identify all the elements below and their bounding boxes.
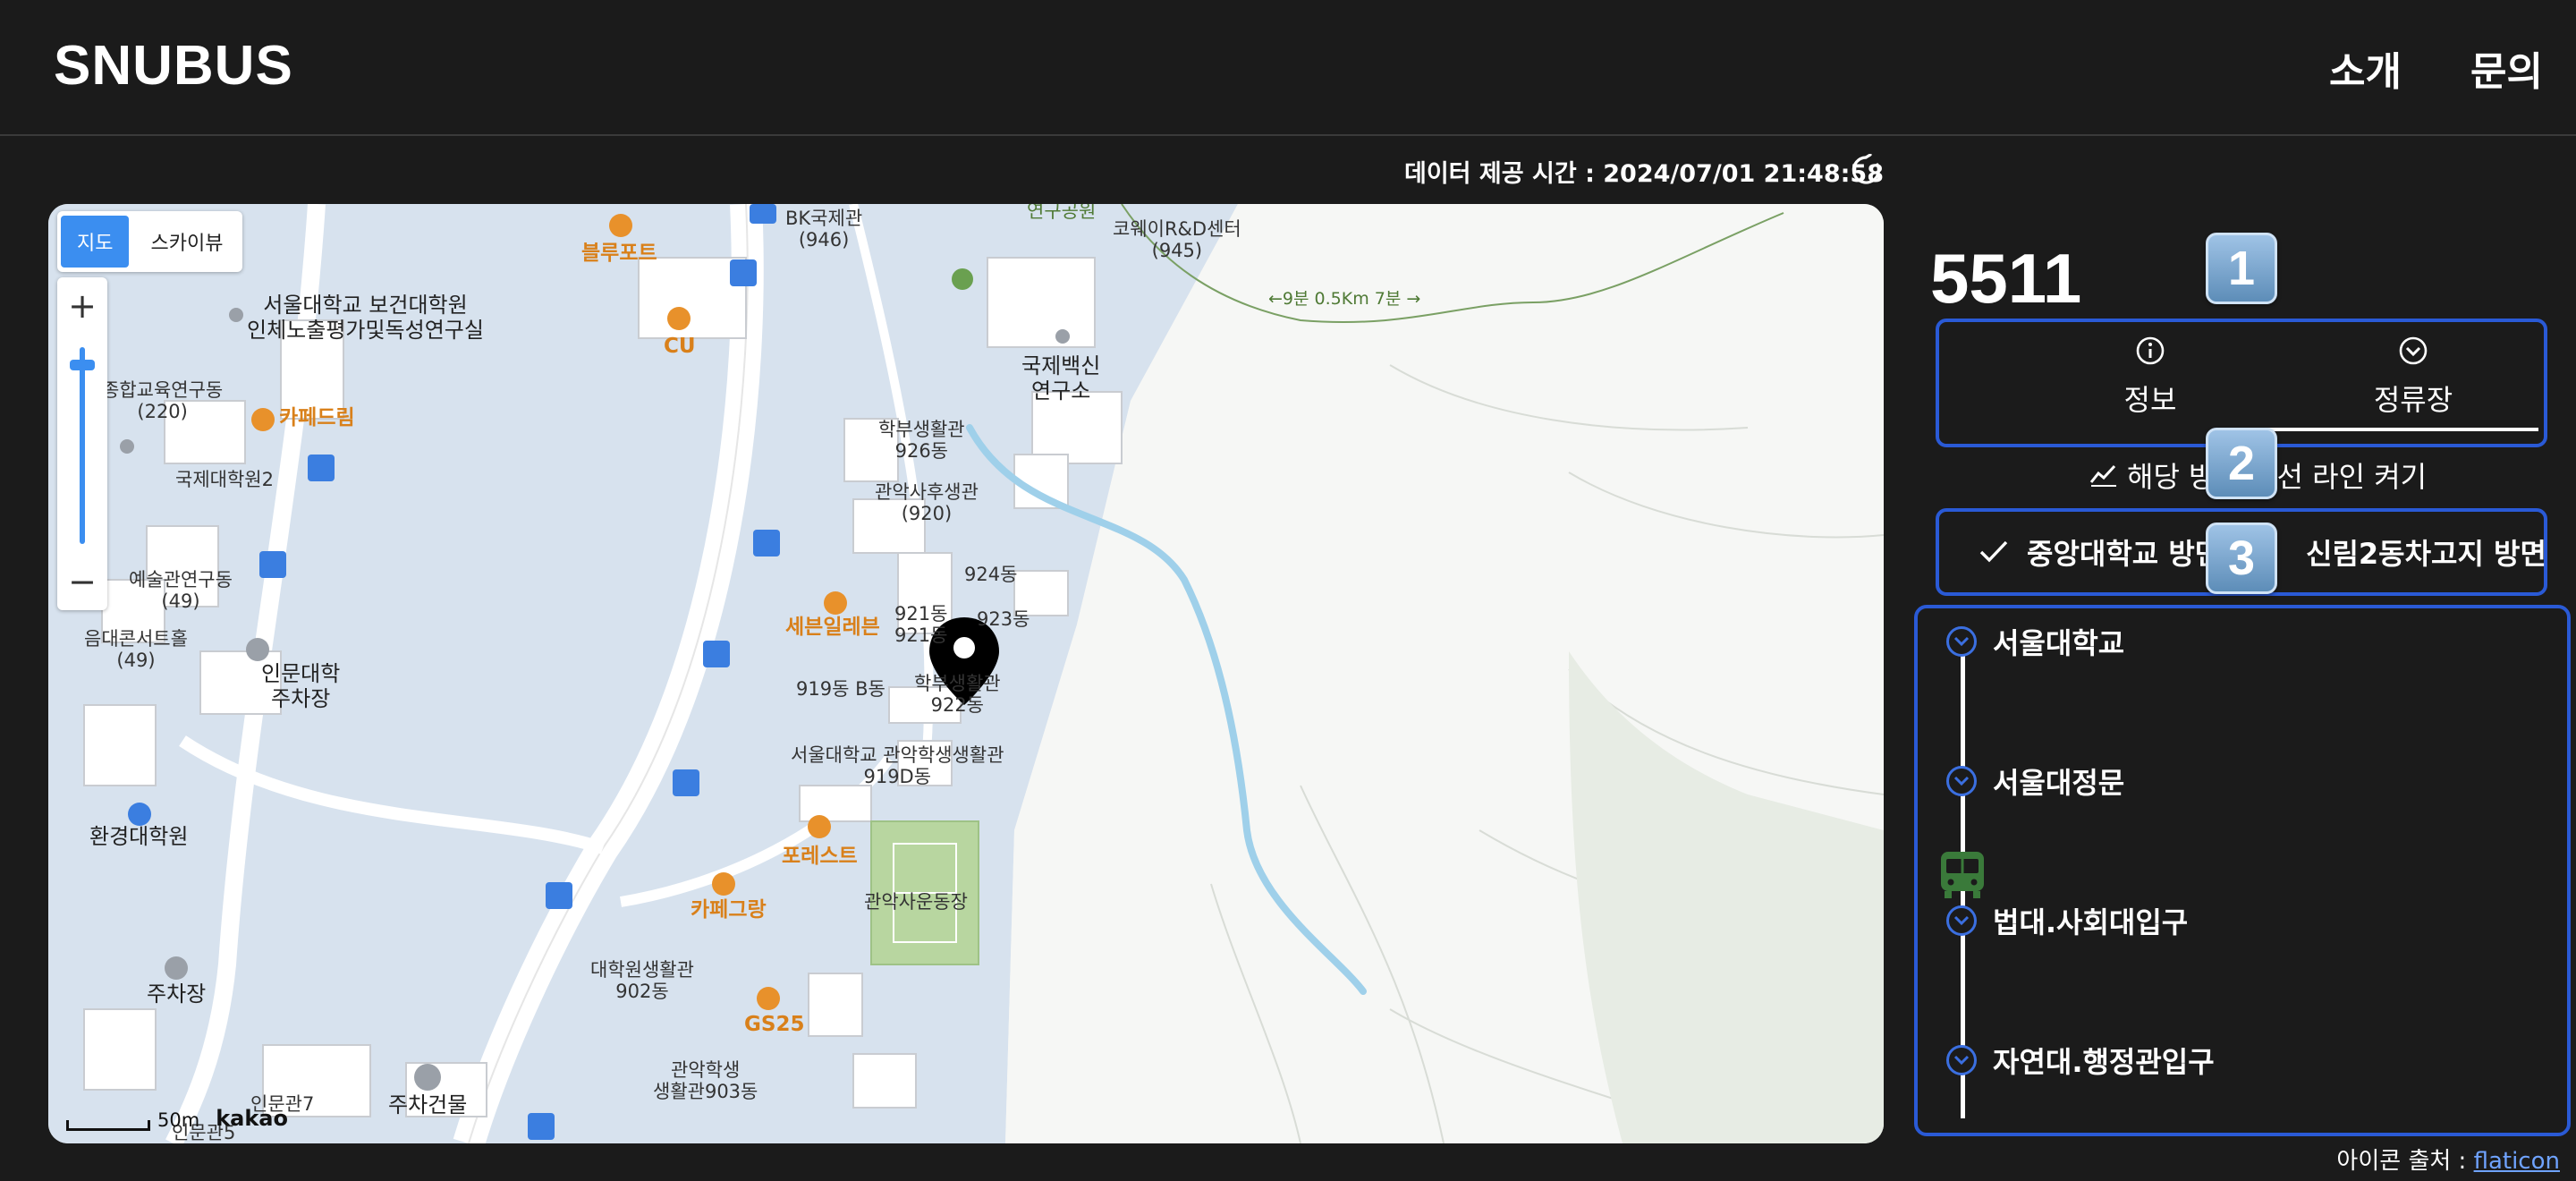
nav-intro-link[interactable]: 소개 (2329, 39, 2402, 97)
map-type-skyview-button[interactable]: 스카이뷰 (134, 216, 239, 268)
map-view[interactable]: BK국제관 (946) 연구공원 코웨이R&D센터 (945) 블루포트 CU 서울… (48, 204, 1884, 1143)
bus-icon (1941, 852, 1984, 898)
check-icon (1979, 540, 2008, 563)
scale-bar (66, 1120, 150, 1131)
app-logo[interactable]: SNUBUS (54, 34, 293, 98)
stop-item[interactable]: 법대.사회대입구 (1946, 900, 2188, 941)
map-label: 관악사운동장 (864, 891, 968, 913)
map-label: 카페그랑 (691, 898, 767, 922)
map-label: 919동 B동 (796, 678, 886, 700)
annotation-marker: 1 (2206, 233, 2277, 304)
map-label: 포레스트 (782, 845, 858, 868)
map-label: 관악사후생관 (920) (875, 481, 979, 525)
zoom-slider-handle[interactable] (70, 360, 95, 370)
map-label: 연구공원 (1027, 204, 1097, 222)
map-label: 국제대학원2 (175, 469, 274, 490)
flaticon-link[interactable]: flaticon (2474, 1148, 2560, 1175)
map-label: 환경대학원 (89, 824, 189, 849)
stop-item[interactable]: 서울대학교 (1946, 621, 2124, 662)
active-tab-indicator (2243, 428, 2538, 431)
map-label: 관악학생 생활관903동 (653, 1059, 758, 1103)
map-label: 주차장 (147, 981, 207, 1007)
map-label: 코웨이R&D센터 (945) (1113, 218, 1241, 262)
direction-option-a[interactable]: 중앙대학교 방면 (1979, 531, 2221, 573)
chevron-down-icon (1946, 626, 1977, 657)
tab-info[interactable]: 정보 (2061, 335, 2240, 419)
zoom-in-button[interactable]: + (57, 281, 107, 331)
map-label: ←9분 0.5Km 7분 → (1268, 289, 1421, 309)
map-provider-logo: kakao (216, 1106, 288, 1131)
stop-name: 자연대.행정관입구 (1993, 1045, 2215, 1079)
tab-stops[interactable]: 정류장 (2324, 335, 2503, 419)
direction-a-label: 중앙대학교 방면 (2027, 537, 2222, 571)
chevron-down-circle-icon (2399, 336, 2428, 365)
map-label: GS25 (744, 1013, 805, 1036)
line-chart-icon (2089, 464, 2116, 487)
map-label: 세븐일레븐 (785, 616, 880, 639)
zoom-slider-track[interactable] (80, 347, 85, 544)
icon-credit: 아이콘 출처 : flaticon (2336, 1143, 2560, 1176)
map-label: 음대콘서트홀 (49) (84, 628, 188, 672)
map-label: 서울대학교 보건대학원 인체노출평가및독성연구실 (247, 293, 484, 343)
stop-item[interactable]: 자연대.행정관입구 (1946, 1040, 2215, 1081)
nav-contact-link[interactable]: 문의 (2470, 39, 2543, 97)
tab-stops-label: 정류장 (2373, 383, 2453, 417)
chevron-down-icon (1946, 766, 1977, 796)
stop-name: 서울대정문 (1993, 766, 2125, 800)
direction-option-b[interactable]: 신림2동차고지 방면 (2306, 531, 2546, 573)
icon-credit-label: 아이콘 출처 : (2336, 1148, 2467, 1175)
map-label: 923동 (977, 608, 1030, 630)
stop-name: 법대.사회대입구 (1993, 905, 2189, 939)
zoom-out-button[interactable]: − (57, 557, 107, 607)
map-type-toggle: 지도 스카이뷰 (57, 211, 243, 272)
annotation-marker: 3 (2206, 523, 2277, 594)
refresh-icon[interactable] (1850, 154, 1882, 186)
stop-list: 서울대학교 서울대정문 법대.사회대입구 자연대.행정관입구 (1914, 605, 2571, 1136)
map-label: 학부생활관 926동 (878, 419, 965, 463)
map-label: 종합교육연구동 (220) (102, 379, 224, 423)
map-label: 카페드림 (279, 406, 355, 429)
map-label: 국제백신 연구소 (1021, 353, 1101, 404)
map-type-map-button[interactable]: 지도 (61, 216, 130, 268)
map-label: 924동 (964, 564, 1018, 585)
map-label: 예술관연구동 (49) (129, 569, 233, 613)
stop-name: 서울대학교 (1993, 626, 2125, 660)
map-label: 921동 921동 (894, 603, 948, 647)
data-timestamp: 데이터 제공 시간 : 2024/07/01 21:48:58 (1403, 160, 1884, 188)
map-label: CU (664, 335, 696, 358)
map-label: 학부생활관 922동 (914, 673, 1001, 717)
map-label: 대학원생활관 902동 (590, 959, 694, 1003)
map-scale: 50m kakao (66, 1106, 288, 1131)
map-label: 블루포트 (581, 242, 657, 265)
map-label: 서울대학교 관악학생생활관 919D동 (791, 744, 1004, 788)
stop-item[interactable]: 서울대정문 (1946, 760, 2124, 802)
zoom-control: + − (57, 277, 107, 610)
annotation-marker: 2 (2206, 428, 2277, 499)
map-label: 인문대학 주차장 (261, 661, 341, 711)
scale-text: 50m (157, 1109, 200, 1131)
app-header: SNUBUS 소개 문의 (0, 0, 2576, 136)
route-number: 5511 (1930, 239, 2082, 318)
map-label: BK국제관 (946) (785, 208, 863, 251)
chevron-down-icon (1946, 905, 1977, 936)
map-label: 주차건물 (388, 1092, 468, 1117)
chevron-down-icon (1946, 1045, 1977, 1075)
info-icon (2136, 336, 2165, 365)
tab-info-label: 정보 (2123, 383, 2177, 417)
direction-b-label: 신림2동차고지 방면 (2306, 537, 2546, 571)
